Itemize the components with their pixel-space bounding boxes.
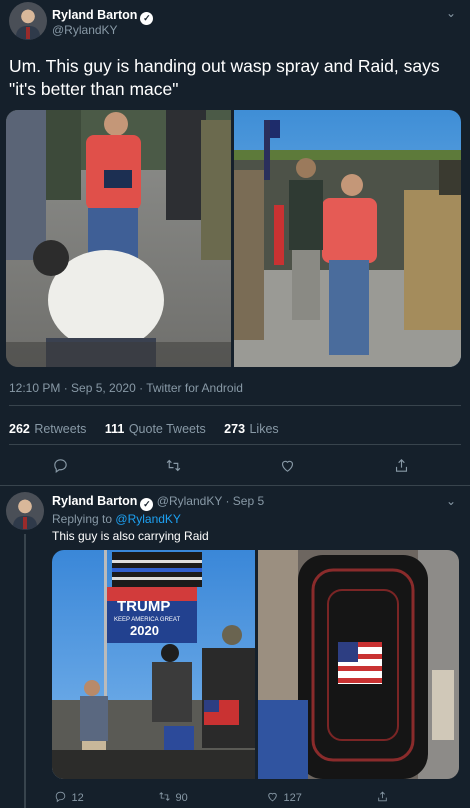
- reply-header: Ryland Barton ✓ @RylandKY · Sep 5: [52, 494, 264, 511]
- photo-left: [6, 110, 231, 367]
- chevron-down-icon[interactable]: ⌄: [446, 494, 456, 508]
- divider: [9, 444, 461, 445]
- tweet-stats: 262 Retweets 111 Quote Tweets 273 Likes: [9, 420, 279, 438]
- reply-date[interactable]: · Sep 5: [225, 494, 264, 508]
- tweet-media[interactable]: [6, 110, 461, 367]
- reply-author-handle[interactable]: @RylandKY: [157, 494, 222, 508]
- replying-to-link[interactable]: @RylandKY: [115, 512, 181, 526]
- chevron-down-icon[interactable]: ⌄: [446, 6, 456, 20]
- verified-icon: ✓: [140, 12, 154, 25]
- like-icon[interactable]: [279, 457, 296, 479]
- retweet-action[interactable]: 90: [158, 788, 188, 806]
- tweet-text: Um. This guy is handing out wasp spray a…: [9, 56, 440, 99]
- retweet-icon[interactable]: [165, 457, 182, 479]
- reply-author-name[interactable]: Ryland Barton: [52, 494, 137, 508]
- likes-count: 273: [224, 422, 246, 436]
- like-action[interactable]: 127: [266, 788, 302, 806]
- share-icon[interactable]: [393, 457, 410, 479]
- share-icon: [378, 791, 387, 802]
- year-flag-text: 2020: [130, 623, 159, 638]
- retweet-count: 90: [175, 792, 188, 804]
- reply-icon[interactable]: [52, 457, 69, 479]
- like-count: 127: [283, 792, 302, 804]
- reply-icon: [55, 791, 66, 803]
- reply-count: 12: [71, 792, 84, 804]
- tweet-timestamp[interactable]: 12:10 PM · Sep 5, 2020 · Twitter for And…: [9, 381, 243, 395]
- retweets-stat[interactable]: 262 Retweets: [9, 420, 86, 437]
- author-avatar[interactable]: [9, 2, 47, 40]
- photo-flags: TRUMP KEEP AMERICA GREAT 2020: [52, 550, 255, 779]
- likes-label: Likes: [249, 422, 279, 436]
- trump-flag-text: TRUMP: [117, 598, 170, 615]
- replying-to: Replying to @RylandKY: [52, 512, 181, 526]
- thread-line: [24, 534, 26, 808]
- photo-backpack: [258, 550, 459, 779]
- share-action[interactable]: [376, 788, 389, 806]
- like-icon: [268, 792, 277, 802]
- verified-icon: ✓: [140, 498, 154, 511]
- author-name[interactable]: Ryland Barton: [52, 8, 137, 22]
- divider: [0, 485, 470, 486]
- photo-right: [234, 110, 461, 367]
- quote-label: Quote Tweets: [128, 422, 206, 436]
- likes-stat[interactable]: 273 Likes: [224, 420, 279, 437]
- author-handle[interactable]: @RylandKY: [52, 23, 118, 37]
- reply-action[interactable]: 12: [54, 788, 84, 806]
- retweet-icon: [159, 792, 170, 801]
- replying-prefix: Replying to: [52, 512, 113, 526]
- reply-author-avatar[interactable]: [6, 492, 44, 530]
- quote-count: 111: [104, 422, 125, 436]
- reply-text: This guy is also carrying Raid: [52, 529, 209, 543]
- reply-media[interactable]: TRUMP KEEP AMERICA GREAT 2020: [52, 550, 459, 779]
- divider: [9, 405, 461, 406]
- retweets-count: 262: [9, 422, 30, 436]
- quote-stat[interactable]: 111 Quote Tweets: [105, 420, 206, 437]
- retweets-label: Retweets: [34, 422, 87, 436]
